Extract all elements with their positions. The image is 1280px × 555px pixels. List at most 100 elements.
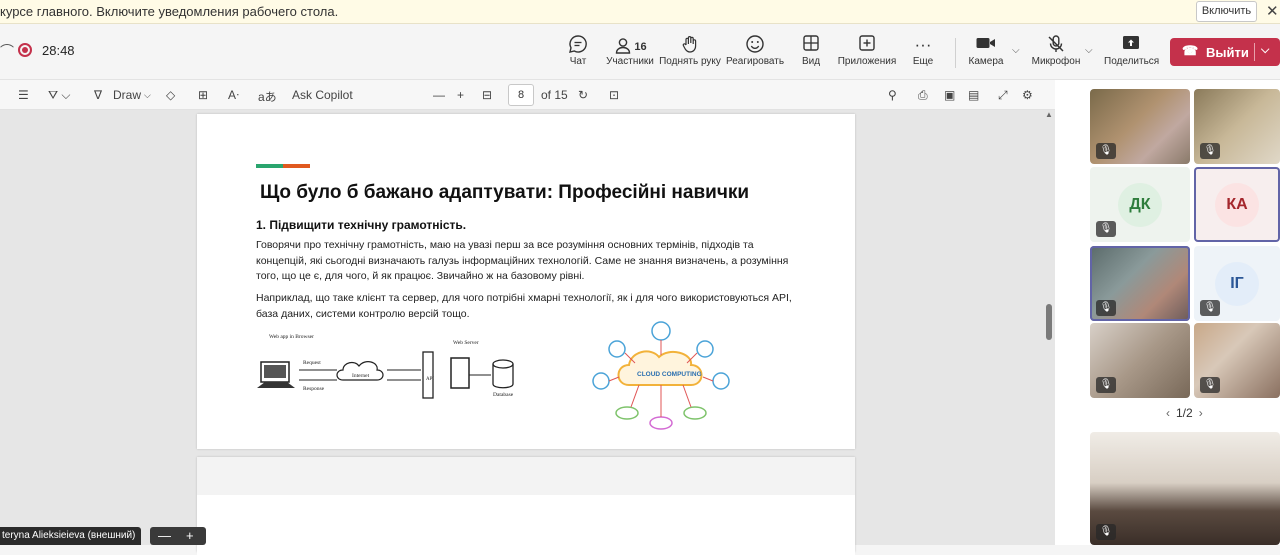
slide-paragraph: Наприклад, що таке клієнт та сервер, для… [256,292,792,320]
chat-label: Чат [569,56,587,67]
mic-off-icon: 🎙 [1096,143,1116,159]
chat-button[interactable]: Чат [563,34,593,74]
more-button[interactable]: ··· Еще [908,34,938,74]
cloud-label: CLOUD COMPUTING [637,371,702,378]
share-button[interactable]: Поделиться [1104,34,1159,74]
ask-copilot-button[interactable]: Ask Copilot [292,88,353,102]
slide-paragraph: Говорячи про технічну грамотність, маю н… [256,239,789,282]
hybrid-cloud-shape [683,406,707,420]
react-button[interactable]: Реагировать [726,34,784,74]
zoom-out-button[interactable]: — [158,527,171,544]
presenter-name-tag: teryna Alieksieieva (внешний) [0,527,142,545]
zoom-in-icon[interactable]: + [457,88,464,102]
plus-square-icon [836,34,898,56]
participant-avatar-tile[interactable]: КА [1194,167,1280,242]
diagram-label: API [426,377,434,382]
mic-label: Микрофон [1031,56,1081,67]
accent-line [256,164,310,168]
fullscreen-icon[interactable]: ⤢ [998,88,1008,103]
participant-video-tile[interactable]: 🎙 [1194,89,1280,164]
scrollbar-thumb[interactable] [1046,304,1052,340]
highlight-icon[interactable]: ⛛ ⌵ [48,88,71,103]
server-circle [592,372,610,390]
close-icon[interactable]: ✕ [1266,2,1279,20]
page-number-input[interactable]: 8 [508,84,534,106]
mic-off-icon: 🎙 [1096,524,1116,540]
mic-off-icon [1030,34,1082,56]
api-box [422,351,434,399]
avatar: ДК [1118,182,1162,227]
fit-page-icon[interactable]: ⊟ [482,88,492,102]
scroll-up-icon[interactable]: ▲ [1045,110,1053,119]
people-icon: 16 [604,34,656,56]
chevron-left-icon[interactable]: ‹ [1166,406,1170,420]
chevron-right-icon[interactable]: › [1199,406,1203,420]
gallery-pager: ‹ 1/2 › [1160,406,1209,420]
leave-button[interactable]: ☎ Выйти ⌵ [1170,38,1280,66]
raise-hand-button[interactable]: Поднять руку [659,34,721,74]
draw-label[interactable]: Draw [113,88,141,102]
participants-count: 16 [634,41,647,53]
participant-video-tile[interactable]: 🎙 [1090,323,1190,398]
gear-icon[interactable]: ⚙ [1022,88,1033,102]
slide-title: Що було б бажано адаптувати: Професійні … [260,182,750,203]
participants-label: Участники [606,56,654,67]
chevron-down-icon[interactable]: ⌵ [144,90,151,101]
apps-circle [696,340,714,358]
hand-icon [659,34,721,56]
zoom-out-icon[interactable]: — [433,88,445,102]
share-zoom-control: — + [150,527,206,545]
page-view-icon[interactable]: ⊡ [609,88,619,102]
self-video-tile[interactable]: 🎙 [1090,432,1280,545]
zoom-in-button[interactable]: + [186,527,194,544]
camera-button[interactable]: Камера [966,34,1006,74]
eraser-icon[interactable]: ◇ [166,88,175,102]
enable-notifications-button[interactable]: Включить [1196,1,1257,22]
link-line [702,376,714,382]
notification-bar: курсе главного. Включите уведомления раб… [0,0,1280,24]
meeting-toolbar: ⌒ 28:48 Чат 16 Участники Поднять руку Ре… [0,24,1280,80]
participants-gallery: 🎙 🎙 ДК 🎙 КА 🎙 ІГ 🎙 🎙 🎙 🎙 [1055,80,1280,545]
camera-label: Камера [968,56,1004,67]
client-server-diagram: Web app in Browser Request Response Inte… [257,334,514,399]
translate-icon[interactable]: aあ [258,88,277,105]
cloud-shape [617,350,703,386]
draw-icon[interactable]: ∇ [94,88,102,102]
pdf-viewer[interactable]: ▲ Що було б бажано адаптувати: Професійн… [0,110,1055,555]
more-icon: ··· [914,35,932,54]
database-icon [492,359,514,369]
avatar: ІГ [1215,261,1259,306]
participant-video-tile[interactable]: 🎙 [1194,323,1280,398]
chevron-down-icon[interactable]: ⌵ [1261,44,1269,57]
search-icon[interactable]: ⚲ [888,88,897,102]
avatar: КА [1215,182,1259,227]
notification-text: курсе главного. Включите уведомления раб… [0,4,339,19]
text-icon[interactable]: ⊞ [198,88,208,102]
contents-icon[interactable]: ☰ [18,88,29,102]
mic-off-icon: 🎙 [1096,221,1116,237]
rotate-icon[interactable]: ↻ [578,88,588,102]
diagram-label: Response [303,386,325,392]
participant-avatar-tile[interactable]: ДК 🎙 [1090,167,1190,242]
diagram-label: Database [493,392,514,398]
save-icon[interactable]: ▣ [944,88,955,102]
participant-video-tile[interactable]: 🎙 [1090,89,1190,164]
mic-button[interactable]: Микрофон [1030,34,1082,74]
grid-icon [796,34,826,56]
apps-button[interactable]: Приложения [836,34,898,74]
chevron-down-icon[interactable]: ⌵ [1085,45,1093,56]
view-button[interactable]: Вид [796,34,826,74]
diagram-label: Web Server [453,340,479,346]
smile-icon [726,34,784,56]
save-as-icon[interactable]: ▤ [968,88,979,102]
pdf-toolbar: ☰ ⛛ ⌵ ∇ Draw ⌵ ◇ ⊞ Aᐧ aあ Ask Copilot — +… [0,80,1055,110]
link-line [608,376,620,382]
read-aloud-icon[interactable]: Aᐧ [228,88,239,102]
participant-video-tile[interactable]: 🎙 [1090,246,1190,321]
leave-divider [1254,43,1255,61]
chevron-down-icon[interactable]: ⌵ [1012,45,1020,56]
participant-avatar-tile[interactable]: ІГ 🎙 [1194,246,1280,321]
participants-button[interactable]: 16 Участники [604,34,656,74]
toolbar-divider [955,38,956,68]
print-icon[interactable]: ⎙ [918,88,928,103]
